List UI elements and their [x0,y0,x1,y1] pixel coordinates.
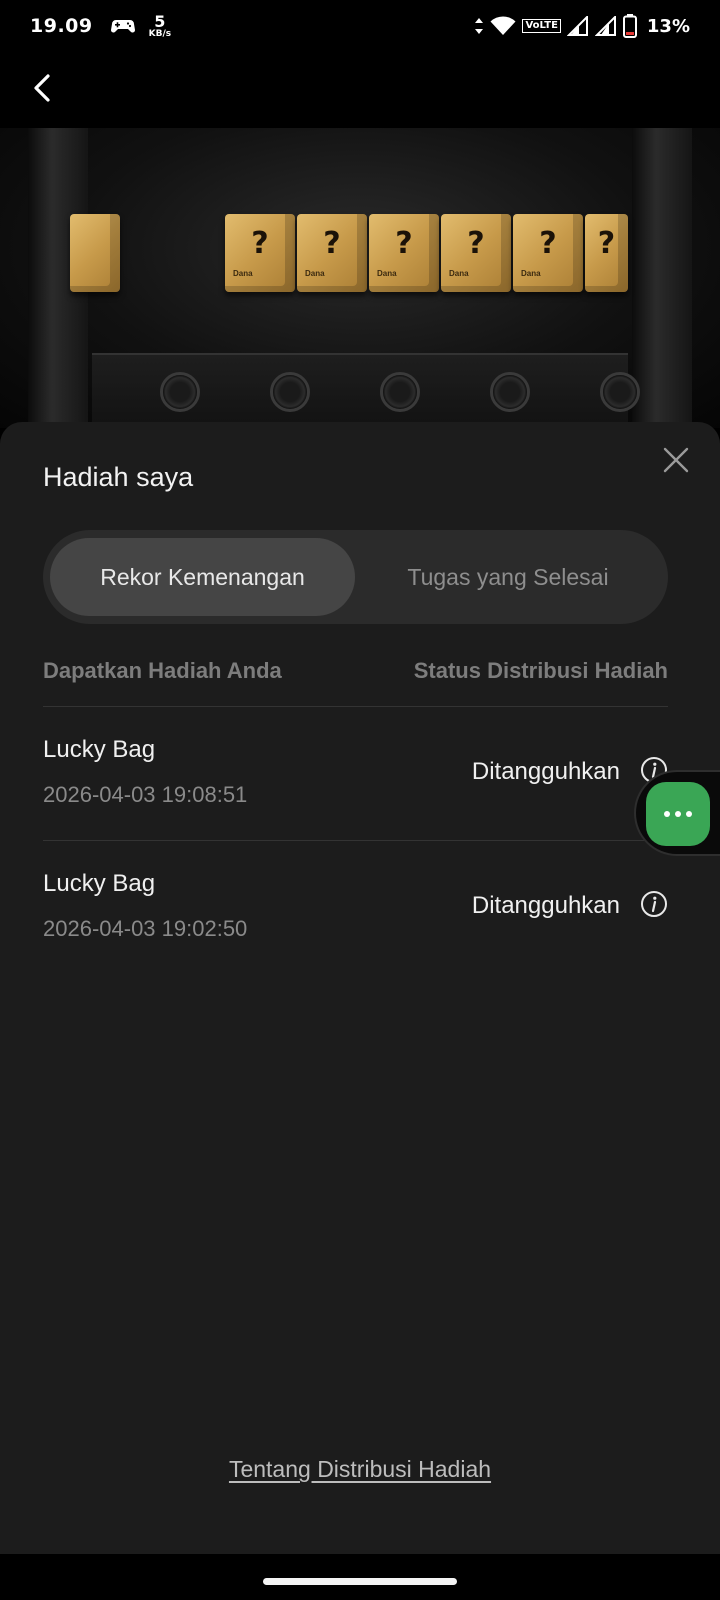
prize-name: Lucky Bag [43,870,156,897]
floating-chat-button[interactable] [646,782,710,846]
floating-assistant [634,770,720,856]
tab-group: Rekor Kemenangan Tugas yang Selesai [43,530,668,624]
wifi-icon [490,16,516,35]
list-item: Lucky Bag 2026-04-03 19:08:51 Ditangguhk… [43,706,668,840]
home-gesture-handle[interactable] [263,1578,457,1585]
network-speed-value: 5 [154,11,166,31]
status-icons: VoLTE 13% [474,14,690,38]
network-speed: 5 KB/s [148,11,172,39]
mystery-box: ? Dana [225,214,295,292]
signal-icon [594,16,616,36]
mystery-box: ? [585,214,628,292]
mystery-box-banner: ? Dana ? Dana ? Dana ? Dana ? Dana ? [0,128,720,428]
list-item: Lucky Bag 2026-04-03 19:02:50 Ditangguhk… [43,840,668,974]
prize-date: 2026-04-03 19:08:51 [43,782,248,807]
conveyor-belt [92,353,640,428]
machine-frame-right [632,128,692,428]
conveyor-roller [380,372,420,412]
info-icon[interactable] [640,890,668,918]
signal-icon [566,16,588,36]
column-header-prize: Dapatkan Hadiah Anda [43,658,282,683]
gamepad-icon [110,20,135,33]
mystery-box: ? Dana [297,214,367,292]
prize-date: 2026-04-03 19:02:50 [43,916,248,941]
conveyor-roller [270,372,310,412]
prize-name: Lucky Bag [43,736,156,763]
system-nav-bar [0,1554,720,1600]
conveyor-roller [600,372,640,412]
tab-win-record[interactable]: Rekor Kemenangan [50,538,355,616]
battery-percent: 13% [646,15,690,37]
column-header-status: Status Distribusi Hadiah [413,658,668,683]
mystery-box: ? Dana [369,214,439,292]
my-prizes-sheet: Hadiah saya Rekor Kemenangan Tugas yang … [0,422,720,1554]
close-button[interactable] [656,440,696,480]
volte-icon: VoLTE [522,19,561,33]
conveyor-roller [160,372,200,412]
tab-completed-tasks[interactable]: Tugas yang Selesai [355,538,661,616]
more-dots-icon [664,811,692,817]
prize-status: Ditangguhkan [471,758,620,785]
mystery-box: ? Dana [513,214,583,292]
chevron-left-icon [34,74,50,102]
sheet-title: Hadiah saya [43,462,194,492]
back-button[interactable] [20,66,64,110]
status-time: 19.09 [30,15,93,37]
mystery-box [70,214,120,292]
mystery-box: ? Dana [441,214,511,292]
data-arrows-icon [475,18,484,34]
conveyor-roller [490,372,530,412]
prize-status: Ditangguhkan [471,892,620,919]
about-prize-distribution-link[interactable]: Tentang Distribusi Hadiah [0,1456,720,1483]
app-bar [0,52,720,128]
close-icon [663,447,689,473]
status-bar: 19.09 5 KB/s VoLTE 13% [0,0,720,52]
battery-icon [622,14,637,38]
network-speed-unit: KB/s [148,28,172,39]
